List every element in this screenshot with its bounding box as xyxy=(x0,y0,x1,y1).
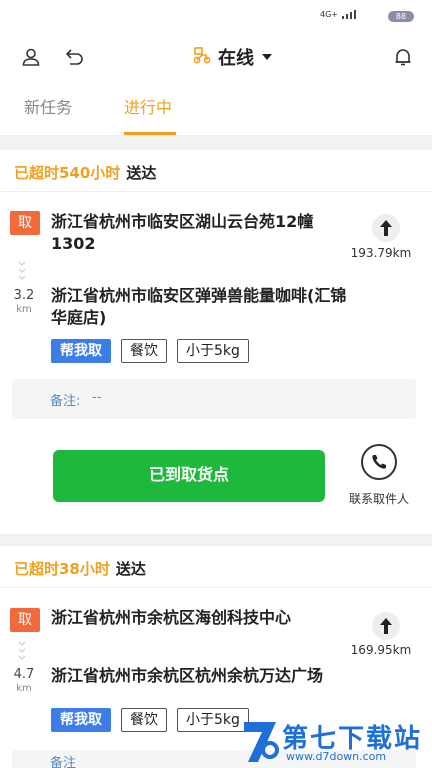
rider-bike-icon xyxy=(192,46,212,68)
chevron-down-icon xyxy=(17,640,27,668)
pickup-tag: 取 xyxy=(10,608,40,632)
undo-icon[interactable] xyxy=(62,44,88,70)
watermark-logo-icon xyxy=(240,716,280,766)
top-header: 在线 xyxy=(0,36,432,78)
route-distance: 3.2 xyxy=(13,288,35,303)
tag-service-type: 帮我取 xyxy=(51,708,111,732)
tab-in-progress[interactable]: 进行中 xyxy=(124,94,172,118)
navigate-arrow-icon[interactable] xyxy=(372,612,400,640)
tag-category: 餐饮 xyxy=(121,708,167,732)
task-tabs: 新任务 进行中 xyxy=(0,78,432,136)
tag-service-type: 帮我取 xyxy=(51,339,111,363)
contact-sender-label: 联系取件人 xyxy=(348,492,409,506)
order-tags: 帮我取 餐饮 小于5kg xyxy=(51,708,249,732)
navigate-arrow-icon[interactable] xyxy=(372,214,400,242)
phone-icon xyxy=(361,444,397,480)
order-card: 已超时540小时 送达 取 浙江省杭州市临安区湖山云台苑12幢1302 193.7… xyxy=(0,150,432,534)
remark-value: -- xyxy=(92,390,102,405)
distance-value: 169.95km xyxy=(350,643,412,657)
delivery-address: 浙江省杭州市余杭区杭州余杭万达广场 xyxy=(51,666,324,685)
user-icon[interactable] xyxy=(18,44,44,70)
overtime-text: 已超时540小时 xyxy=(14,164,121,182)
tag-category: 餐饮 xyxy=(121,339,167,363)
active-tab-indicator xyxy=(124,132,176,135)
caret-down-icon xyxy=(262,54,272,60)
deliver-text: 送达 xyxy=(126,164,157,182)
route-distance: 4.7 xyxy=(13,667,35,682)
site-watermark: 第七下载站 www.d7down.com xyxy=(236,714,432,768)
order-tags: 帮我取 餐饮 小于5kg xyxy=(51,339,249,363)
battery-icon: 88 xyxy=(388,11,414,22)
pickup-tag: 取 xyxy=(10,211,40,235)
deliver-text: 送达 xyxy=(115,560,146,578)
contact-sender-button[interactable]: 联系取件人 xyxy=(344,444,414,507)
remark-label: 备注 xyxy=(50,756,77,768)
order-card-header: 已超时38小时 送达 xyxy=(0,546,432,588)
order-card-header: 已超时540小时 送达 xyxy=(0,150,432,192)
overtime-text: 已超时38小时 xyxy=(14,560,110,578)
remark-label: 备注: xyxy=(50,394,81,409)
pickup-address: 浙江省杭州市余杭区海创科技中心 xyxy=(51,608,292,627)
signal-icon: 4G+ xyxy=(320,10,356,19)
bell-icon[interactable] xyxy=(390,44,416,70)
overtime-notice: 已超时38小时 送达 xyxy=(14,558,146,579)
delivery-address: 浙江省杭州市临安区弹弹兽能量咖啡(汇锦华庭店) xyxy=(51,286,347,327)
distance-value: 193.79km xyxy=(350,246,412,260)
route-distance-unit: km xyxy=(16,304,32,315)
online-status-label: 在线 xyxy=(218,48,254,69)
arrived-pickup-button[interactable]: 已到取货点 xyxy=(53,450,325,502)
signal-icon-2 xyxy=(374,12,380,20)
chevron-down-icon xyxy=(17,260,27,288)
route-distance-unit: km xyxy=(16,683,32,694)
pickup-address: 浙江省杭州市临安区湖山云台苑12幢1302 xyxy=(51,212,314,253)
remark-box: 备注: -- xyxy=(12,379,416,419)
network-type: 4G+ xyxy=(320,10,338,19)
overtime-notice: 已超时540小时 送达 xyxy=(14,162,156,183)
online-status-selector[interactable]: 在线 xyxy=(192,44,272,70)
tab-new-tasks[interactable]: 新任务 xyxy=(24,94,72,118)
status-bar: 4G+ 88 xyxy=(0,0,432,36)
tag-weight: 小于5kg xyxy=(177,339,249,363)
watermark-url: www.d7down.com xyxy=(286,750,387,763)
